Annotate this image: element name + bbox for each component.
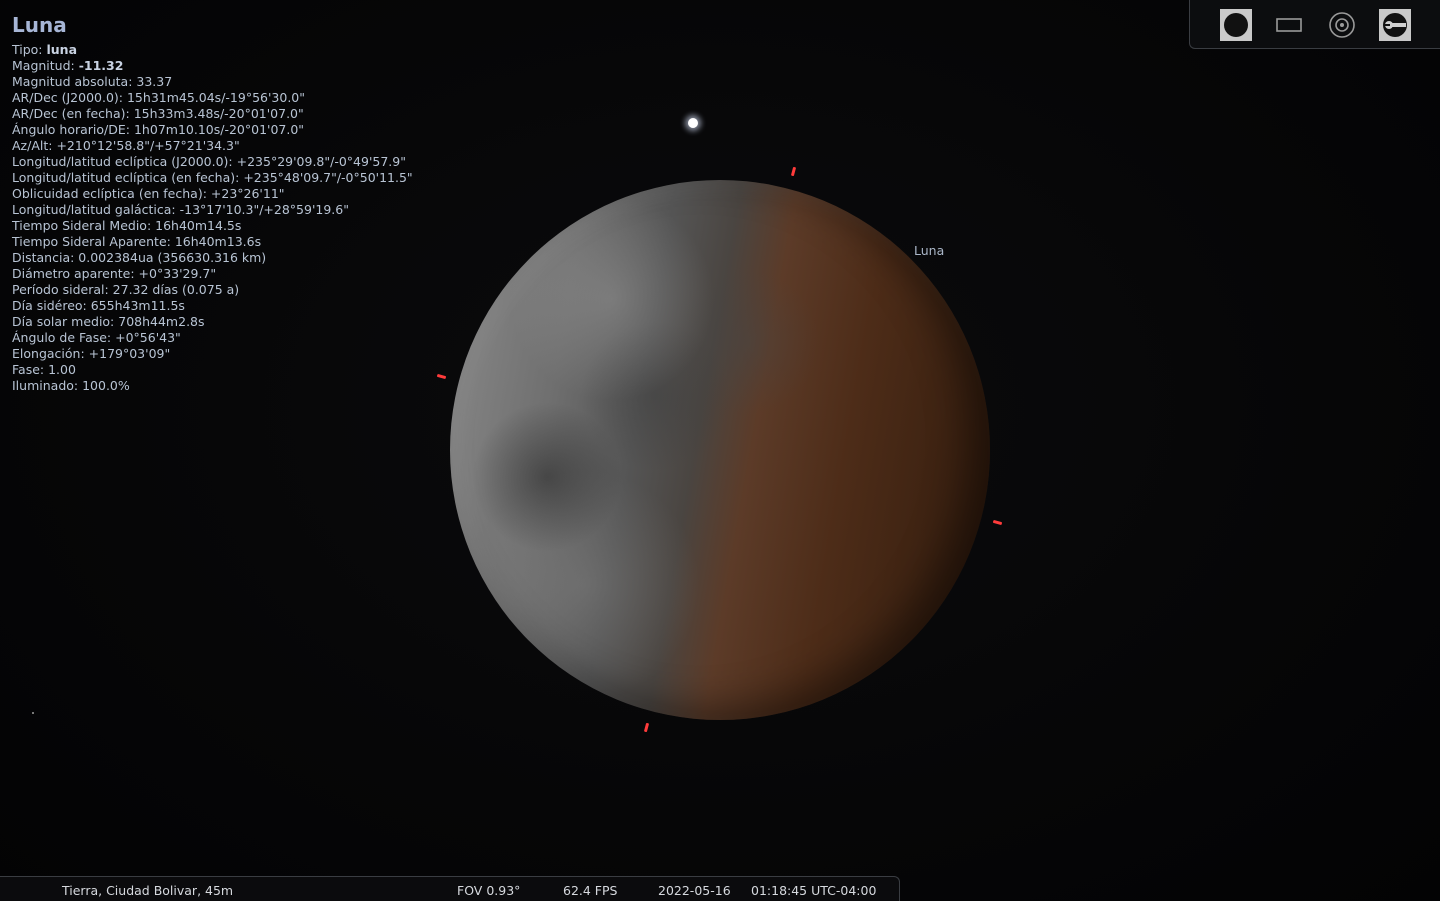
info-line: Magnitud: -11.32 — [12, 58, 413, 74]
telrad-button[interactable] — [1326, 9, 1358, 41]
info-value: +235°48'09.7"/-0°50'11.5" — [243, 170, 413, 185]
info-label: Ángulo horario/DE: — [12, 122, 134, 137]
star[interactable] — [32, 712, 34, 714]
settings-wrench-icon — [1379, 9, 1411, 41]
bright-star[interactable] — [688, 118, 698, 128]
info-value: 655h43m11.5s — [90, 298, 185, 313]
info-line: AR/Dec (J2000.0): 15h31m45.04s/-19°56'30… — [12, 90, 413, 106]
info-line: Ángulo de Fase: +0°56'43" — [12, 330, 413, 346]
info-value: 100.0% — [82, 378, 130, 393]
info-line: Distancia: 0.002384ua (356630.316 km) — [12, 250, 413, 266]
info-value: +179°03'09" — [88, 346, 171, 361]
selection-marker-left — [436, 373, 447, 380]
info-line: Elongación: +179°03'09" — [12, 346, 413, 362]
info-label: Diámetro aparente: — [12, 266, 139, 281]
info-value: 1.00 — [48, 362, 76, 377]
status-bar: Tierra, Ciudad Bolivar, 45m FOV 0.93° 62… — [0, 876, 900, 901]
location-status[interactable]: Tierra, Ciudad Bolivar, 45m — [62, 883, 233, 898]
selection-marker-top — [790, 166, 797, 177]
info-line: Fase: 1.00 — [12, 362, 413, 378]
info-line: Magnitud absoluta: 33.37 — [12, 74, 413, 90]
moon-label: Luna — [914, 243, 945, 258]
info-label: Tiempo Sideral Medio: — [12, 218, 156, 233]
info-line: Día solar medio: 708h44m2.8s — [12, 314, 413, 330]
info-value: 16h40m14.5s — [155, 218, 242, 233]
object-title: Luna — [12, 13, 67, 37]
info-value: 16h40m13.6s — [174, 234, 262, 249]
info-line: Longitud/latitud galáctica: -13°17'10.3"… — [12, 202, 413, 218]
time-status[interactable]: 01:18:45 UTC-04:00 — [751, 883, 876, 898]
selection-marker-right — [992, 519, 1003, 526]
info-value: 15h33m3.48s/-20°01'07.0" — [133, 106, 304, 121]
info-line: AR/Dec (en fecha): 15h33m3.48s/-20°01'07… — [12, 106, 413, 122]
date-status[interactable]: 2022-05-16 — [658, 883, 731, 898]
info-line: Tiempo Sideral Aparente: 16h40m13.6s — [12, 234, 413, 250]
object-info-panel: Luna Tipo: luna Magnitud: -11.32 Magnitud … — [12, 12, 413, 394]
info-value: luna — [46, 42, 78, 57]
info-value: +0°56'43" — [115, 330, 181, 345]
info-value: 0.002384ua (356630.316 km) — [78, 250, 267, 265]
settings-button[interactable] — [1379, 9, 1411, 41]
info-line: Tiempo Sideral Medio: 16h40m14.5s — [12, 218, 413, 234]
info-label: Oblicuidad eclíptica (en fecha): — [12, 186, 211, 201]
sensor-frame-button[interactable] — [1273, 9, 1305, 41]
info-value: 708h44m2.8s — [118, 314, 205, 329]
info-value: +0°33'29.7" — [138, 266, 217, 281]
info-label: Longitud/latitud eclíptica (J2000.0): — [12, 154, 237, 169]
info-line: Día sidéreo: 655h43m11.5s — [12, 298, 413, 314]
info-label: AR/Dec (en fecha): — [12, 106, 134, 121]
info-line: Iluminado: 100.0% — [12, 378, 413, 394]
oculars-toolbar — [1189, 0, 1440, 49]
info-line: Ángulo horario/DE: 1h07m10.10s/-20°01'07… — [12, 122, 413, 138]
info-label: AR/Dec (J2000.0): — [12, 90, 127, 105]
info-label: Período sideral: — [12, 282, 113, 297]
info-label: Tipo: — [12, 42, 47, 57]
info-label: Longitud/latitud eclíptica (en fecha): — [12, 170, 244, 185]
info-label: Az/Alt: — [12, 138, 57, 153]
info-value: -13°17'10.3"/+28°59'19.6" — [179, 202, 349, 217]
info-line: Período sideral: 27.32 días (0.075 a) — [12, 282, 413, 298]
info-line: Az/Alt: +210°12'58.8"/+57°21'34.3" — [12, 138, 413, 154]
info-line: Longitud/latitud eclíptica (en fecha): +… — [12, 170, 413, 186]
info-line: Tipo: luna — [12, 42, 413, 58]
info-label: Magnitud: — [12, 58, 79, 73]
info-lines: Tipo: luna Magnitud: -11.32 Magnitud absol… — [12, 42, 413, 394]
info-label: Iluminado: — [12, 378, 83, 393]
info-value: 27.32 días (0.075 a) — [112, 282, 240, 297]
ocular-icon — [1220, 9, 1252, 41]
info-label: Magnitud absoluta: — [12, 74, 137, 89]
info-label: Fase: — [12, 362, 49, 377]
telrad-icon — [1329, 12, 1355, 38]
moon-disk[interactable] — [450, 180, 990, 720]
info-value: -11.32 — [78, 58, 124, 73]
info-label: Día solar medio: — [12, 314, 119, 329]
info-line: Diámetro aparente: +0°33'29.7" — [12, 266, 413, 282]
info-value: +210°12'58.8"/+57°21'34.3" — [56, 138, 240, 153]
info-label: Tiempo Sideral Aparente: — [12, 234, 175, 249]
info-value: +23°26'11" — [210, 186, 285, 201]
ocular-button[interactable] — [1220, 9, 1252, 41]
selection-marker-bottom — [643, 722, 650, 733]
info-label: Distancia: — [12, 250, 79, 265]
info-label: Longitud/latitud galáctica: — [12, 202, 180, 217]
info-line: Oblicuidad eclíptica (en fecha): +23°26'… — [12, 186, 413, 202]
info-value: +235°29'09.8"/-0°49'57.9" — [236, 154, 406, 169]
info-value: 15h31m45.04s/-19°56'30.0" — [126, 90, 305, 105]
info-value: 1h07m10.10s/-20°01'07.0" — [133, 122, 305, 137]
sensor-frame-icon — [1276, 18, 1302, 32]
info-line: Longitud/latitud eclíptica (J2000.0): +2… — [12, 154, 413, 170]
info-label: Ángulo de Fase: — [12, 330, 116, 345]
fov-status: FOV 0.93° — [457, 883, 521, 898]
info-label: Elongación: — [12, 346, 89, 361]
fps-status: 62.4 FPS — [563, 883, 618, 898]
info-label: Día sidéreo: — [12, 298, 91, 313]
info-value: 33.37 — [136, 74, 173, 89]
